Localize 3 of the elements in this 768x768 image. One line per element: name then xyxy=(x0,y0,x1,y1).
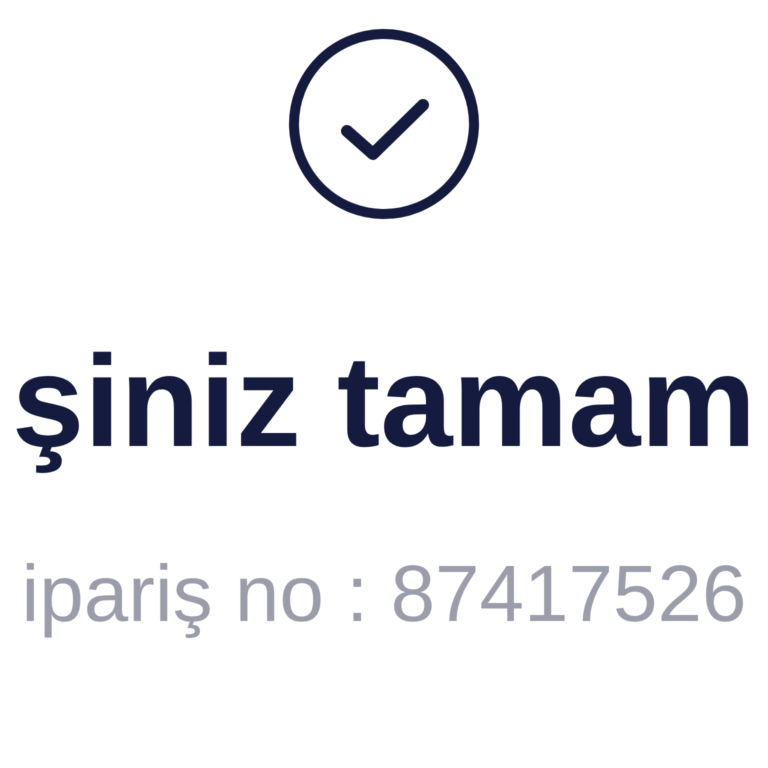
check-circle-icon xyxy=(289,29,479,219)
confirmation-heading: şiniz tamam xyxy=(12,327,756,476)
order-number-text: ipariş no : 87417526 xyxy=(22,548,746,640)
